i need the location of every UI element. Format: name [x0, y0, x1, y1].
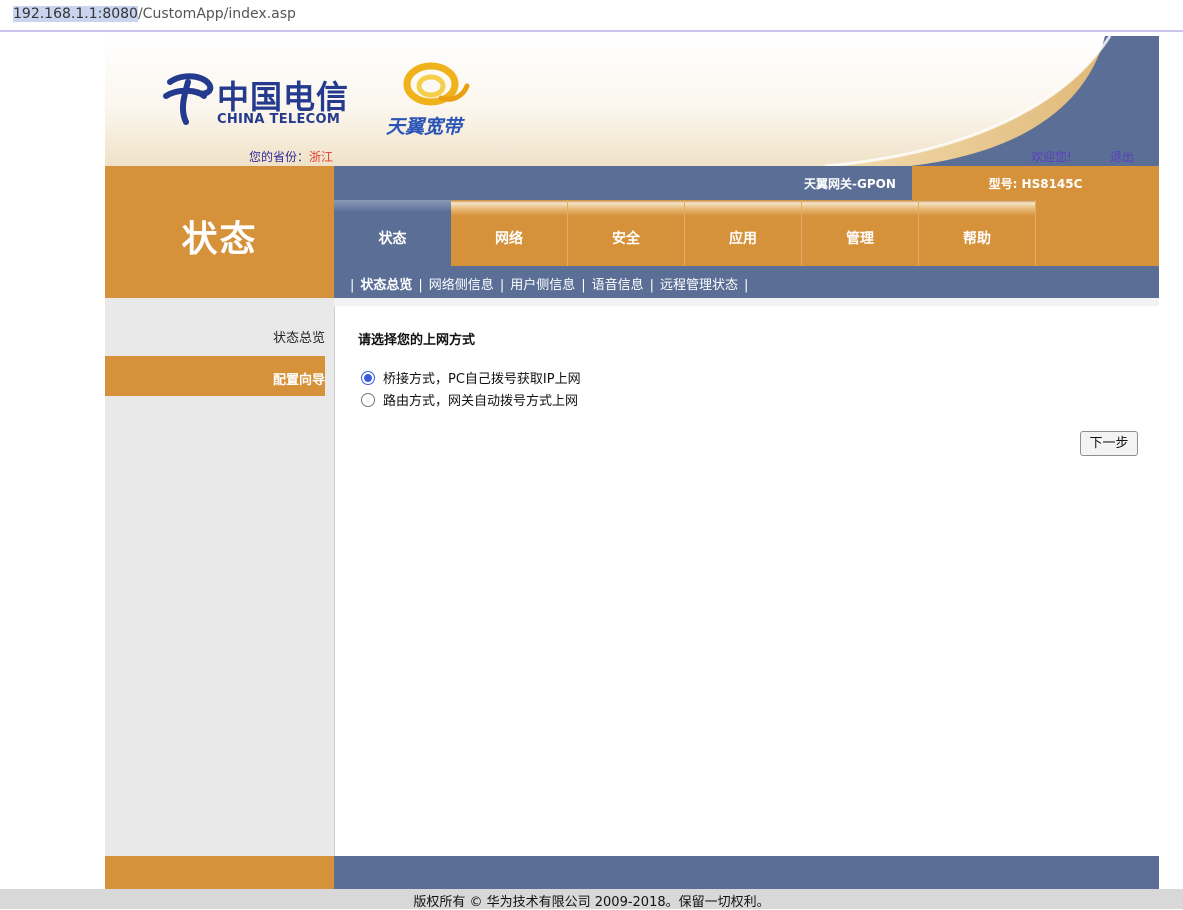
subtab-lan-info[interactable]: 用户侧信息	[510, 278, 575, 293]
subnav-separator: |	[581, 278, 586, 293]
url-path: /CustomApp/index.asp	[137, 6, 296, 22]
radio-route[interactable]	[361, 392, 375, 407]
subtab-remote-management[interactable]: 远程管理状态	[660, 278, 738, 293]
tab-management[interactable]: 管理	[802, 200, 919, 266]
tab-help[interactable]: 帮助	[919, 200, 1036, 266]
content-top-border	[334, 298, 1159, 306]
gateway-name: 天翼网关-GPON	[804, 177, 896, 191]
subnav-separator: |	[499, 278, 505, 293]
tab-network[interactable]: 网络	[451, 200, 568, 266]
section-title-box: 状态	[105, 166, 334, 298]
province-label: 您的省份：	[249, 150, 310, 164]
model-box: 型号: HS8145C	[912, 166, 1159, 200]
logout-link[interactable]: 退出	[1110, 148, 1134, 165]
product-name: 天翼宽带	[386, 116, 463, 138]
header-banner: 中国电信 CHINA TELECOM 天翼宽带 您的省份：浙江 欢迎您! 退出	[105, 36, 1159, 166]
copyright: 版权所有 © 华为技术有限公司 2009-2018。保留一切权利。	[0, 889, 1183, 910]
sidebar-item-label: 配置向导	[272, 373, 325, 388]
sidebar: 状态总览 配置向导	[105, 298, 334, 856]
tianyi-logo-icon	[403, 62, 470, 106]
subnav-separator: |	[350, 278, 355, 293]
footer-left-band	[105, 856, 334, 889]
url-host: 192.168.1.1:8080	[13, 6, 138, 22]
sub-navigation: | 状态总览 | 网络侧信息 | 用户侧信息 | 语音信息 | 远程管理状态 |	[334, 266, 1159, 298]
option-bridge-label: 桥接方式，PC自己拨号获取IP上网	[383, 372, 581, 387]
main-content: 请选择您的上网方式 桥接方式，PC自己拨号获取IP上网 路由方式，网关自动拨号方…	[334, 306, 1159, 856]
subnav-separator: |	[649, 278, 655, 293]
next-button[interactable]: 下一步	[1080, 431, 1138, 456]
tab-application[interactable]: 应用	[685, 200, 802, 266]
subnav-separator: |	[418, 278, 423, 293]
option-route-label: 路由方式，网关自动拨号方式上网	[383, 394, 579, 409]
main-tabs: 状态 网络 安全 应用 管理 帮助	[334, 200, 1159, 266]
subtab-wan-info[interactable]: 网络侧信息	[429, 278, 494, 293]
footer-right-band	[334, 856, 1159, 889]
page-prompt: 请选择您的上网方式	[358, 333, 476, 348]
welcome-text: 欢迎您!	[1031, 150, 1072, 164]
option-bridge-mode[interactable]: 桥接方式，PC自己拨号获取IP上网	[361, 368, 581, 387]
sidebar-item-status-overview[interactable]: 状态总览	[105, 327, 325, 346]
option-route-mode[interactable]: 路由方式，网关自动拨号方式上网	[361, 390, 578, 409]
subtab-voice-info[interactable]: 语音信息	[592, 278, 644, 293]
tab-status[interactable]: 状态	[334, 200, 451, 266]
province-info: 您的省份：浙江	[249, 148, 333, 165]
tab-security[interactable]: 安全	[568, 200, 685, 266]
subtab-status-overview[interactable]: 状态总览	[360, 278, 412, 293]
province-value: 浙江	[309, 150, 334, 164]
device-model: 型号: HS8145C	[988, 177, 1083, 191]
brand-name-en: CHINA TELECOM	[217, 112, 341, 127]
section-title: 状态	[181, 219, 258, 260]
radio-bridge[interactable]	[361, 370, 375, 385]
china-telecom-logo-icon	[163, 73, 214, 125]
sidebar-item-config-wizard[interactable]: 配置向导	[105, 356, 325, 396]
device-info-bar: 天翼网关-GPON 型号: HS8145C	[334, 166, 1159, 200]
subnav-separator: |	[744, 278, 749, 293]
address-bar[interactable]: 192.168.1.1:8080/CustomApp/index.asp	[0, 0, 1183, 32]
